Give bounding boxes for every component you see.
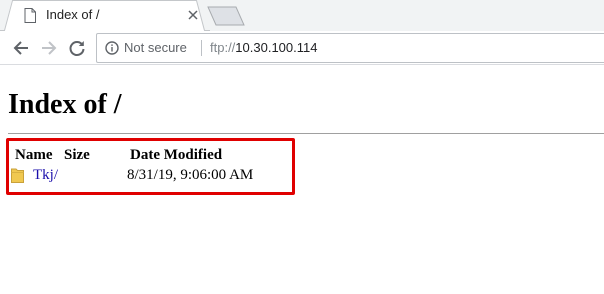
address-separator xyxy=(201,40,202,56)
url-host: 10.30.100.114 xyxy=(235,40,318,55)
security-status[interactable]: Not secure xyxy=(124,40,187,55)
folder-icon xyxy=(11,168,24,183)
tab-strip: Index of / xyxy=(0,0,604,31)
directory-link[interactable]: Tkj/ xyxy=(33,167,58,183)
browser-toolbar: Not secure ftp://10.30.100.114 xyxy=(0,31,604,65)
page-content: Index of / Name Size Date Modified Tkj/ … xyxy=(0,65,604,294)
forward-icon[interactable] xyxy=(40,39,58,57)
address-bar[interactable]: Not secure ftp://10.30.100.114 xyxy=(96,33,604,63)
info-icon[interactable] xyxy=(105,41,119,55)
tab-outline xyxy=(0,0,210,31)
divider xyxy=(8,133,604,134)
new-tab-button[interactable] xyxy=(207,6,245,26)
url-scheme: ftp:// xyxy=(210,40,236,55)
column-header-name[interactable]: Name xyxy=(15,147,53,164)
back-icon[interactable] xyxy=(12,39,30,57)
table-row-name[interactable]: Tkj/ xyxy=(33,167,58,184)
table-row-date: 8/31/19, 9:06:00 AM xyxy=(127,167,254,183)
column-header-date[interactable]: Date Modified xyxy=(130,147,222,164)
url-text[interactable]: ftp://10.30.100.114 xyxy=(210,40,317,55)
page-title: Index of / xyxy=(8,89,122,120)
reload-icon[interactable] xyxy=(68,39,86,57)
column-header-size[interactable]: Size xyxy=(64,147,90,164)
